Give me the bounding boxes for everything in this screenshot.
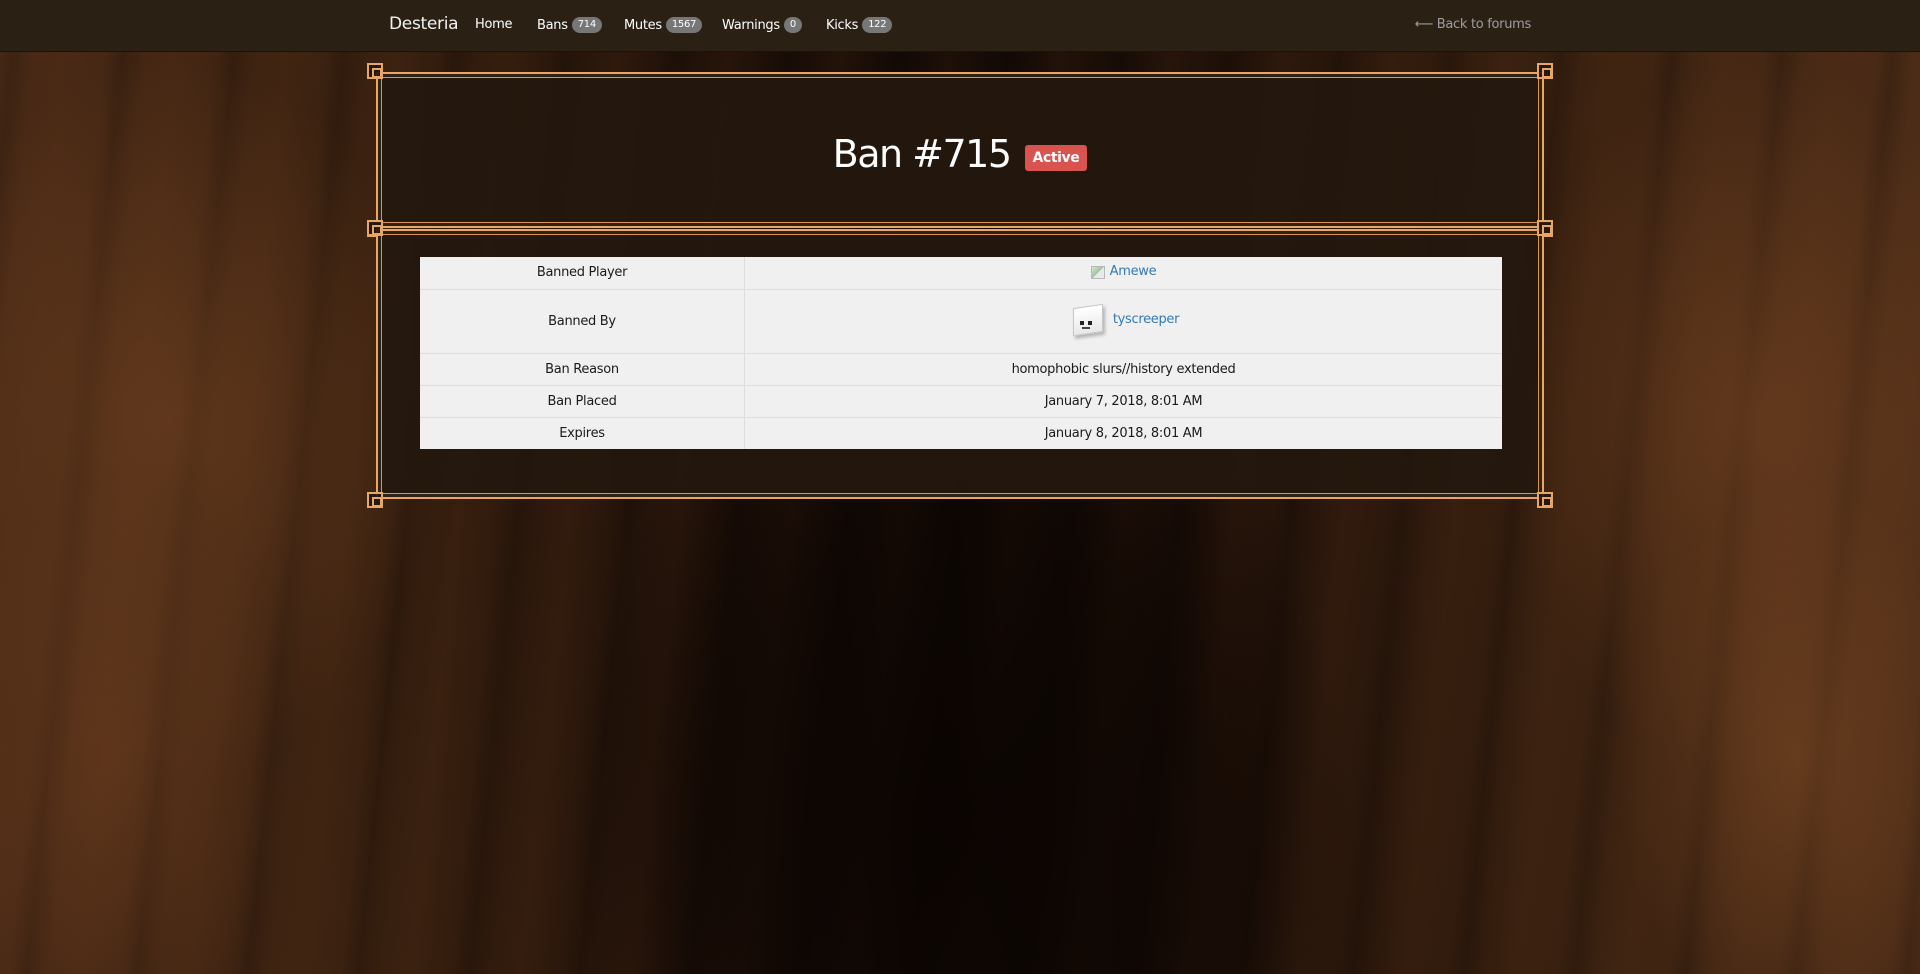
count-badge: 0 <box>783 17 802 33</box>
banned-by-link[interactable]: tyscreeper <box>1113 312 1180 327</box>
back-to-forums-link[interactable]: ⟵ Back to forums <box>1415 17 1532 32</box>
table-row: Banned Player Amewe <box>420 257 1502 289</box>
nav-item-warnings[interactable]: Warnings 0 <box>722 17 802 33</box>
row-label: Expires <box>420 416 745 449</box>
row-value: January 7, 2018, 8:01 AM <box>744 384 1502 417</box>
row-value: January 8, 2018, 8:01 AM <box>744 416 1502 449</box>
nav-item-home[interactable]: Home <box>475 17 513 32</box>
nav-item-label: Bans <box>537 17 568 33</box>
row-value: tyscreeper <box>744 288 1502 353</box>
nav-item-label: Kicks <box>826 17 859 33</box>
brand-link[interactable]: Desteria <box>389 14 459 34</box>
page-title: Ban #715 <box>832 132 1012 176</box>
broken-image-icon <box>1090 265 1105 279</box>
frame-corner-ornament <box>367 220 383 236</box>
count-badge: 122 <box>862 17 893 33</box>
count-badge: 1567 <box>665 17 703 33</box>
page-heading: Ban #715 Active <box>378 132 1542 176</box>
frame-corner-ornament <box>1537 63 1553 79</box>
navbar-inner: Desteria Home Bans 714 Mutes 1567 Warnin… <box>389 0 1531 51</box>
ban-details-table: Banned Player Amewe Banned By tyscreeper… <box>420 257 1502 449</box>
nav-item-label: Warnings <box>722 17 780 33</box>
count-badge: 714 <box>571 17 602 33</box>
table-row: Expires January 8, 2018, 8:01 AM <box>420 416 1502 449</box>
row-value: Amewe <box>745 257 1503 289</box>
banned-by: tyscreeper <box>1068 299 1179 339</box>
table-row: Ban Placed January 7, 2018, 8:01 AM <box>420 384 1502 417</box>
row-label: Banned By <box>420 288 745 353</box>
nav-item-label: Home <box>475 17 513 32</box>
banned-player-link[interactable]: Amewe <box>1110 264 1157 279</box>
nav-item-kicks[interactable]: Kicks 122 <box>826 17 893 33</box>
heading-panel: Ban #715 Active <box>367 63 1553 237</box>
nav-item-mutes[interactable]: Mutes 1567 <box>624 17 703 33</box>
frame-corner-ornament <box>367 492 383 508</box>
table-row: Banned By tyscreeper <box>420 288 1502 353</box>
status-badge: Active <box>1024 145 1088 171</box>
frame-corner-ornament <box>367 63 383 79</box>
navbar: Desteria Home Bans 714 Mutes 1567 Warnin… <box>0 0 1920 52</box>
table-row: Ban Reason homophobic slurs//history ext… <box>420 352 1502 385</box>
nav-item-bans[interactable]: Bans 714 <box>537 17 602 33</box>
row-value: homophobic slurs//history extended <box>744 352 1502 385</box>
frame-corner-ornament <box>1537 492 1553 508</box>
row-label: Ban Reason <box>420 352 745 385</box>
avatar-icon <box>1068 299 1108 339</box>
row-label: Ban Placed <box>420 384 745 417</box>
details-panel: Banned Player Amewe Banned By tyscreeper… <box>367 220 1553 508</box>
nav-item-label: Mutes <box>624 17 662 33</box>
frame-corner-ornament <box>1537 220 1553 236</box>
row-label: Banned Player <box>420 257 745 289</box>
banned-player: Amewe <box>1090 264 1157 279</box>
